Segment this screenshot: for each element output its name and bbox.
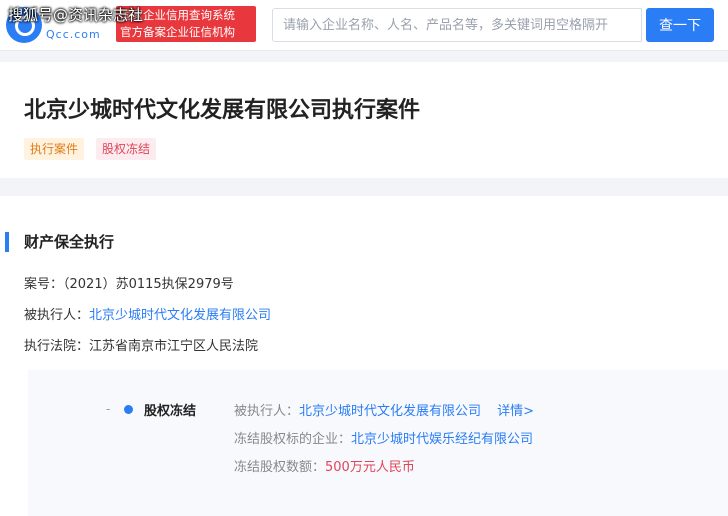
tag-execution-case: 执行案件	[24, 138, 85, 160]
section-accent-bar	[5, 232, 9, 252]
details-link[interactable]: 详情>	[497, 404, 534, 419]
event-type: 股权冻结	[144, 404, 197, 419]
timeline-dot-icon	[124, 405, 133, 414]
freeze-target-label: 冻结股权标的企业：	[234, 432, 352, 447]
event-executed-row: 被执行人：北京少城时代文化发展有限公司 详情>	[234, 400, 534, 419]
freeze-amount-value: 500万元人民币	[325, 460, 415, 475]
tag-equity-freeze: 股权冻结	[96, 138, 157, 160]
top-bar: Qcc.com 搜狐号@资讯杂志社 国家企业信用查询系统 官方备案企业征信机构 …	[0, 0, 728, 51]
search-input[interactable]	[272, 8, 642, 42]
watermark-text: 搜狐号@资讯杂志社	[8, 6, 144, 24]
detail-card: 财产保全执行 案号：（2021）苏0115执保2979号 被执行人：北京少城时代…	[0, 196, 728, 516]
logo-domain-text: Qcc.com	[46, 28, 101, 41]
court-row: 执行法院：江苏省南京市江宁区人民法院	[24, 335, 258, 354]
search-button[interactable]: 查一下	[646, 8, 714, 42]
court-value: 江苏省南京市江宁区人民法院	[89, 339, 259, 354]
event-executed-label: 被执行人：	[234, 404, 300, 419]
freeze-amount-label: 冻结股权数额：	[234, 460, 326, 475]
title-card: 北京少城时代文化发展有限公司执行案件 执行案件 股权冻结	[0, 62, 728, 178]
freeze-event-box: - 股权冻结 被执行人：北京少城时代文化发展有限公司 详情> 冻结股权标的企业：…	[28, 370, 728, 516]
executed-party-row: 被执行人：北京少城时代文化发展有限公司	[24, 304, 271, 323]
court-label: 执行法院：	[24, 339, 90, 354]
executed-party-label: 被执行人：	[24, 308, 90, 323]
section-title: 财产保全执行	[24, 233, 115, 251]
executed-party-link[interactable]: 北京少城时代文化发展有限公司	[89, 308, 271, 323]
page-title: 北京少城时代文化发展有限公司执行案件	[24, 98, 421, 123]
event-executed-link[interactable]: 北京少城时代文化发展有限公司	[299, 404, 481, 419]
case-number-row: 案号：（2021）苏0115执保2979号	[24, 273, 234, 292]
freeze-target-row: 冻结股权标的企业：北京少城时代娱乐经纪有限公司	[234, 428, 533, 447]
freeze-target-link[interactable]: 北京少城时代娱乐经纪有限公司	[351, 432, 533, 447]
timeline-dash: -	[106, 402, 111, 416]
slogan-line-2: 官方备案企业征信机构	[120, 25, 235, 39]
case-number-label: 案号：	[24, 277, 64, 292]
case-number-value: （2021）苏0115执保2979号	[63, 277, 234, 292]
freeze-amount-row: 冻结股权数额：500万元人民币	[234, 456, 415, 475]
